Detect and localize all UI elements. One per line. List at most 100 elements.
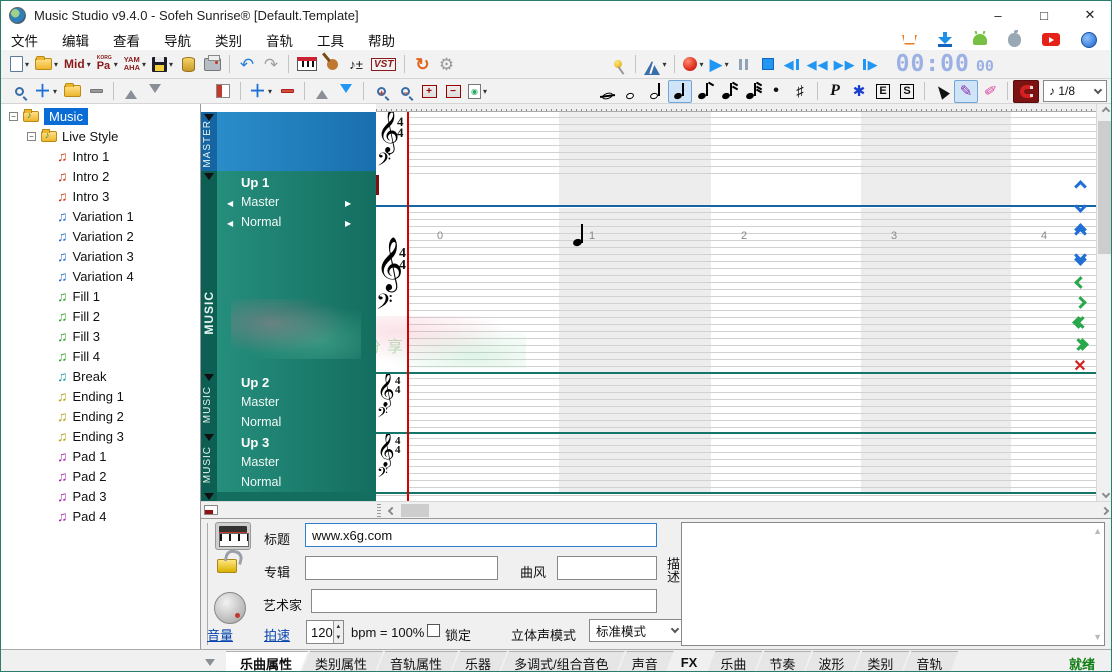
maximize-button[interactable]: □ xyxy=(1021,1,1067,29)
menu-item[interactable]: 导航 xyxy=(164,30,191,50)
tree-item[interactable]: ♫ Intro 3 xyxy=(1,186,200,206)
scrollbar-up-arrow[interactable] xyxy=(1097,104,1112,118)
master-score-lane[interactable]: 𝄞 44 𝄢 xyxy=(376,112,1096,205)
up3-track-header[interactable]: MUSIC Up 3 Master Normal R S M xyxy=(201,432,376,492)
horizontal-scrollbar[interactable] xyxy=(201,501,1112,518)
yamaha-button[interactable]: YAMAHA▾ xyxy=(121,53,149,76)
snap-magnet-button[interactable] xyxy=(1013,80,1039,103)
up2-score-lane[interactable]: 𝄞 44 𝄢 xyxy=(376,374,1096,432)
bottom-tab[interactable]: 多调式/组合音色 xyxy=(500,651,625,672)
delete-selection-button[interactable]: ✕ xyxy=(1067,357,1093,375)
shop-cart-icon[interactable] xyxy=(902,35,917,45)
up1-track-header[interactable]: MUSIC Up 1 ◀ Master ▶ ◀ Normal ▶ R S M F… xyxy=(201,171,376,372)
tree-item[interactable]: ♫ Fill 2 xyxy=(1,306,200,326)
tree-item[interactable]: ♫ Variation 2 xyxy=(1,226,200,246)
open-file-button[interactable]: ▾ xyxy=(32,53,61,76)
thirtysecond-note-button[interactable] xyxy=(740,80,764,103)
tree-item[interactable]: ♫ Fill 4 xyxy=(1,346,200,366)
vertical-scrollbar[interactable] xyxy=(1096,104,1112,501)
korg-pa-button[interactable]: KORGPa▾ xyxy=(94,53,121,76)
tab-list-dropdown[interactable] xyxy=(199,655,221,670)
volume-link[interactable]: 音量 xyxy=(207,625,233,644)
tree-root-music[interactable]: Music xyxy=(44,108,88,125)
horizontal-scrollbar-thumb[interactable] xyxy=(401,504,429,517)
tree-group-live-style[interactable]: Live Style xyxy=(62,129,118,144)
tree-item[interactable]: ♫ Pad 1 xyxy=(1,446,200,466)
scrollbar-right-arrow[interactable] xyxy=(1097,503,1112,518)
tree-item[interactable]: ♫ Ending 2 xyxy=(1,406,200,426)
track-mode[interactable]: Normal xyxy=(241,215,281,229)
download-icon[interactable] xyxy=(938,32,952,47)
track-name[interactable]: Up 2 xyxy=(241,375,269,390)
collapse-group-toggle[interactable]: − xyxy=(27,132,36,141)
quarter-note-button[interactable] xyxy=(668,80,692,103)
track-name[interactable]: Up 3 xyxy=(241,435,269,450)
tree-item[interactable]: ♫ Pad 3 xyxy=(1,486,200,506)
scroll-up-button[interactable] xyxy=(1067,177,1093,195)
vst-button[interactable]: VST xyxy=(368,53,399,76)
arpeggio-button[interactable]: ✱ xyxy=(847,80,871,103)
album-input[interactable] xyxy=(305,556,498,580)
collapse-triangle-icon[interactable] xyxy=(204,434,214,446)
shrink-staff-button[interactable]: − xyxy=(441,80,465,103)
sharp-button[interactable]: ♯ xyxy=(788,80,812,103)
bottom-tab[interactable]: 音轨属性 xyxy=(376,651,458,672)
up1-score-lane[interactable]: 𝄞 44 𝄢 0 1 2 3 4 乐于分享 xyxy=(376,208,1096,372)
master-track-header[interactable]: MASTER R S M xyxy=(201,112,376,171)
description-textarea[interactable]: ▲▼ xyxy=(681,522,1105,646)
menu-item[interactable]: 文件 xyxy=(11,30,38,50)
measure-ruler[interactable] xyxy=(376,104,1096,112)
pencil-tool-button[interactable]: ✎ xyxy=(954,80,978,103)
apple-icon[interactable] xyxy=(1008,33,1021,47)
tree-item[interactable]: ♫ Intro 1 xyxy=(1,146,200,166)
step-right-button[interactable] xyxy=(1067,293,1093,311)
remove-track-button[interactable] xyxy=(275,80,299,103)
tree-item[interactable]: ♫ Variation 1 xyxy=(1,206,200,226)
new-file-button[interactable]: ▾ xyxy=(7,53,32,76)
tree-item[interactable]: ♫ Fill 3 xyxy=(1,326,200,346)
track-panel-button[interactable] xyxy=(211,80,235,103)
tree-item[interactable]: ♫ Pad 2 xyxy=(1,466,200,486)
menu-item[interactable]: 编辑 xyxy=(62,30,89,50)
guitar-button[interactable] xyxy=(320,53,344,76)
title-input[interactable]: www.x6g.com xyxy=(305,523,657,547)
view-options-button[interactable]: ◉▾ xyxy=(465,80,490,103)
artist-input[interactable] xyxy=(311,589,657,613)
step-forward-button[interactable]: ▶ xyxy=(858,53,882,76)
collapse-root-toggle[interactable]: − xyxy=(9,112,18,121)
menu-item[interactable]: 类别 xyxy=(215,30,242,50)
step-left-button[interactable] xyxy=(1067,273,1093,291)
minimize-button[interactable]: – xyxy=(975,1,1021,29)
print-button[interactable] xyxy=(200,53,224,76)
note-event[interactable] xyxy=(573,220,584,246)
dot-button[interactable]: • xyxy=(764,80,788,103)
layout-icon[interactable] xyxy=(204,505,218,515)
scrollbar-left-arrow[interactable] xyxy=(384,503,399,518)
rewind-button[interactable]: ◀◀ xyxy=(804,53,831,76)
half-note-button[interactable] xyxy=(644,80,668,103)
pause-button[interactable] xyxy=(732,53,756,76)
add-track-button[interactable]: ＋▾ xyxy=(246,80,275,103)
splitter-grip[interactable] xyxy=(377,504,381,517)
eighth-note-button[interactable] xyxy=(692,80,716,103)
tree-item[interactable]: ♫ Pad 4 xyxy=(1,506,200,526)
tree-item[interactable]: ♫ Variation 3 xyxy=(1,246,200,266)
bottom-tab[interactable]: 类别属性 xyxy=(301,651,383,672)
playhead[interactable] xyxy=(407,112,409,501)
tempo-lock-checkbox[interactable] xyxy=(427,624,440,637)
page-up-button[interactable] xyxy=(1067,219,1093,243)
stop-button[interactable] xyxy=(756,53,780,76)
zoom-out-button[interactable]: − xyxy=(393,80,417,103)
up2-track-header[interactable]: MUSIC Up 2 Master Normal R S M xyxy=(201,372,376,432)
settings-button[interactable]: ⚙ xyxy=(434,53,458,76)
menu-item[interactable]: 音轨 xyxy=(266,30,293,50)
snap-value-select[interactable]: ♪ 1/8 xyxy=(1043,80,1107,102)
up3-score-lane[interactable]: 𝄞 44 𝄢 xyxy=(376,433,1096,492)
android-icon[interactable] xyxy=(973,34,987,45)
bottom-tab[interactable]: 波形 xyxy=(804,651,860,672)
move-up-button[interactable] xyxy=(119,80,143,103)
search-button[interactable] xyxy=(7,80,31,103)
volume-knob-icon[interactable] xyxy=(214,592,246,624)
close-button[interactable]: ✕ xyxy=(1067,1,1112,29)
track-name[interactable]: Up 1 xyxy=(241,175,269,190)
